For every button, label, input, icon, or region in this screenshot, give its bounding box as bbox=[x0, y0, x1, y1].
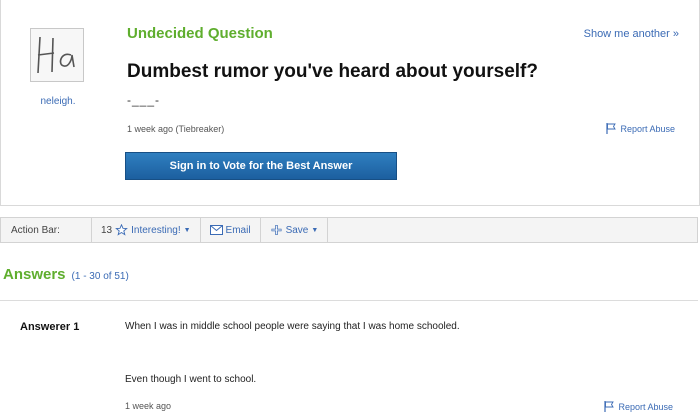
divider bbox=[327, 217, 329, 243]
question-title: Dumbest rumor you've heard about yoursel… bbox=[127, 61, 538, 82]
report-abuse-link[interactable]: Report Abuse bbox=[606, 123, 675, 134]
sign-in-to-vote-button[interactable]: Sign in to Vote for the Best Answer bbox=[125, 152, 397, 180]
flag-icon bbox=[604, 401, 615, 412]
avatar-drawing-icon bbox=[31, 29, 83, 81]
question-details: -___- bbox=[127, 93, 161, 107]
action-bar: Action Bar: 13 Interesting! ▼ Email Save… bbox=[0, 217, 698, 243]
chevron-down-icon: ▼ bbox=[311, 226, 319, 234]
plus-icon bbox=[271, 225, 282, 235]
chevron-down-icon: ▼ bbox=[183, 226, 191, 234]
interesting-count: 13 bbox=[101, 224, 113, 236]
email-button[interactable]: Email bbox=[201, 224, 260, 236]
flag-icon bbox=[606, 123, 617, 134]
answer-text-line: When I was in middle school people were … bbox=[125, 321, 460, 332]
action-bar-label: Action Bar: bbox=[11, 224, 60, 236]
question-meta: 1 week ago (Tiebreaker) bbox=[127, 124, 225, 134]
interesting-button[interactable]: 13 Interesting! ▼ bbox=[92, 224, 200, 236]
answer-text-line: Even though I went to school. bbox=[125, 374, 257, 385]
save-button[interactable]: Save ▼ bbox=[261, 224, 328, 236]
question-status: Undecided Question bbox=[127, 25, 273, 42]
report-abuse-label: Report Abuse bbox=[618, 401, 673, 412]
answers-header: Answers (1 - 30 of 51) bbox=[3, 266, 129, 283]
email-label: Email bbox=[225, 224, 251, 236]
question-panel: neleigh. Undecided Question Show me anot… bbox=[0, 0, 700, 206]
answer-meta: 1 week ago bbox=[125, 401, 172, 411]
envelope-icon bbox=[209, 225, 223, 235]
interesting-label: Interesting! bbox=[131, 224, 181, 236]
asker-username[interactable]: neleigh. bbox=[25, 96, 91, 107]
report-abuse-label: Report Abuse bbox=[620, 123, 675, 134]
avatar[interactable] bbox=[30, 28, 84, 82]
answers-title: Answers bbox=[3, 266, 66, 283]
report-abuse-link[interactable]: Report Abuse bbox=[604, 401, 673, 412]
answer-item: Answerer 1 When I was in middle school p… bbox=[0, 300, 698, 420]
answers-count: (1 - 30 of 51) bbox=[71, 271, 129, 282]
answerer-name[interactable]: Answerer 1 bbox=[20, 321, 79, 333]
show-another-link[interactable]: Show me another » bbox=[584, 28, 679, 40]
save-label: Save bbox=[285, 224, 309, 236]
star-icon bbox=[115, 224, 128, 236]
